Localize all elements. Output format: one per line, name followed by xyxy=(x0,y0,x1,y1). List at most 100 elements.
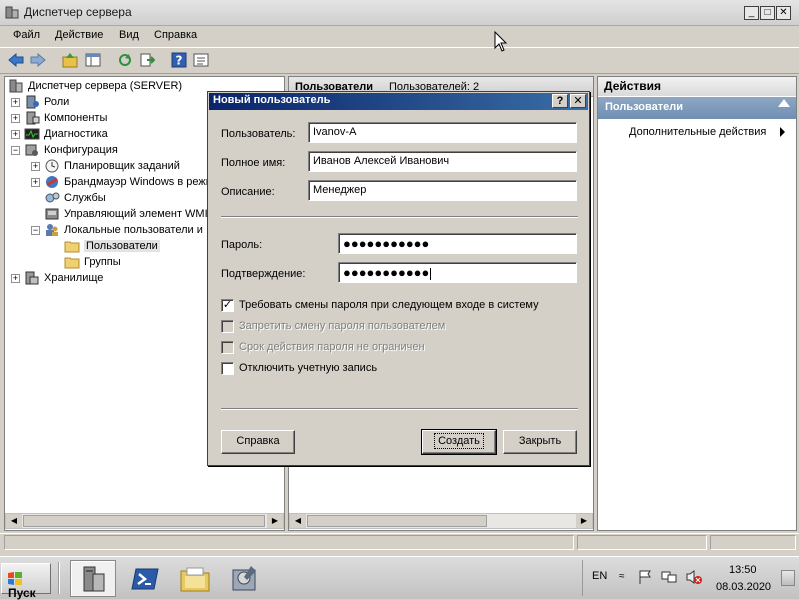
dialog-help-button[interactable]: ? xyxy=(552,94,568,108)
must-change-password-label[interactable]: Требовать смены пароля при следующем вхо… xyxy=(239,299,539,311)
scroll-right-icon[interactable]: ▶ xyxy=(576,514,592,528)
show-desktop-button[interactable] xyxy=(781,570,795,586)
menu-help[interactable]: Справка xyxy=(154,29,197,41)
account-disabled-checkbox[interactable] xyxy=(221,362,234,375)
fullname-label: Полное имя: xyxy=(221,157,286,169)
tree-hscrollbar[interactable]: ◀ ▶ xyxy=(5,513,284,529)
expand-icon[interactable]: + xyxy=(11,97,20,107)
dialog-title: Новый пользователь xyxy=(213,94,331,106)
taskbar-explorer[interactable] xyxy=(172,560,218,597)
export-list-icon[interactable] xyxy=(137,50,156,69)
action-center-flag-icon[interactable] xyxy=(637,569,653,585)
powershell-icon xyxy=(131,568,159,589)
menu-file[interactable]: Файл xyxy=(13,29,40,41)
up-folder-icon[interactable] xyxy=(60,50,79,69)
collapse-icon[interactable]: − xyxy=(11,145,20,155)
dialog-separator xyxy=(221,216,578,218)
folder-icon xyxy=(64,241,80,253)
properties-icon[interactable] xyxy=(191,50,210,69)
show-hide-tree-icon[interactable] xyxy=(83,50,102,69)
configuration-icon xyxy=(25,144,38,156)
must-change-password-checkbox[interactable]: ✓ xyxy=(221,299,234,312)
cannot-change-password-label: Запретить смену пароля пользователем xyxy=(239,320,446,332)
menu-view[interactable]: Вид xyxy=(119,29,139,41)
server-manager-icon xyxy=(9,79,23,93)
back-arrow-icon[interactable] xyxy=(6,50,25,69)
username-field[interactable]: Ivanov-A xyxy=(308,122,577,143)
dialog-separator xyxy=(221,408,578,410)
create-button-label: Создать xyxy=(434,433,484,449)
taskbar-divider xyxy=(58,562,60,594)
tree-node-label: Конфигурация xyxy=(44,144,118,156)
scroll-left-icon[interactable]: ◀ xyxy=(290,514,306,528)
expand-icon[interactable]: + xyxy=(31,161,40,171)
network-icon[interactable] xyxy=(661,569,677,585)
svg-text:?: ? xyxy=(175,53,182,67)
help-icon[interactable]: ? xyxy=(169,50,188,69)
scroll-thumb[interactable] xyxy=(307,515,487,527)
features-icon xyxy=(26,111,40,125)
clock-date[interactable]: 08.03.2020 xyxy=(716,581,771,593)
close-button[interactable]: ✕ xyxy=(776,6,791,20)
password-label: Пароль: xyxy=(221,239,263,251)
actions-pane xyxy=(597,76,797,531)
close-dialog-button[interactable]: Закрыть xyxy=(503,430,577,454)
submenu-arrow-icon xyxy=(780,127,785,137)
create-button[interactable]: Создать xyxy=(421,429,497,455)
more-actions-item[interactable]: Дополнительные действия xyxy=(629,126,766,138)
fullname-field[interactable]: Иванов Алексей Иванович xyxy=(308,151,577,172)
start-button[interactable]: Пуск xyxy=(1,563,51,600)
maximize-button[interactable]: □ xyxy=(760,6,775,20)
mouse-cursor-icon xyxy=(494,31,508,52)
dialog-close-button[interactable]: ✕ xyxy=(570,94,586,108)
menu-action[interactable]: Действие xyxy=(55,29,103,41)
collapse-up-icon[interactable] xyxy=(778,99,790,107)
show-hidden-icons-icon[interactable]: ≈ xyxy=(619,571,625,582)
taskbar-server-manager[interactable] xyxy=(70,560,116,597)
collapse-icon[interactable]: − xyxy=(31,225,40,235)
tree-node-label: Пользователи xyxy=(84,240,160,252)
status-segment xyxy=(577,535,707,550)
tree-node-label: Службы xyxy=(64,192,106,204)
account-disabled-label[interactable]: Отключить учетную запись xyxy=(239,362,377,374)
expand-icon[interactable]: + xyxy=(11,129,20,139)
status-segment xyxy=(710,535,796,550)
actions-section-users[interactable]: Пользователи xyxy=(598,97,796,119)
password-never-expires-checkbox xyxy=(221,341,234,354)
list-hscrollbar[interactable]: ◀ ▶ xyxy=(289,513,593,529)
help-button[interactable]: Справка xyxy=(221,430,295,454)
clock-time[interactable]: 13:50 xyxy=(729,564,757,576)
explorer-icon xyxy=(180,567,210,591)
expand-icon[interactable]: + xyxy=(11,113,20,123)
confirm-password-field[interactable]: ●●●●●●●●●●● xyxy=(338,262,577,283)
taskbar-admin-tools[interactable] xyxy=(222,560,268,597)
input-language[interactable]: EN xyxy=(592,570,607,582)
taskbar-powershell[interactable] xyxy=(122,560,168,597)
tree-node-label: Диагностика xyxy=(44,128,108,140)
start-label: Пуск xyxy=(8,586,36,600)
volume-muted-icon[interactable] xyxy=(685,569,703,585)
scroll-thumb[interactable] xyxy=(23,515,265,527)
expand-icon[interactable]: + xyxy=(11,273,20,283)
expand-icon[interactable]: + xyxy=(31,177,40,187)
forward-arrow-icon[interactable] xyxy=(28,50,47,69)
text-caret xyxy=(430,267,432,280)
tree-root-label: Диспетчер сервера (SERVER) xyxy=(28,80,183,92)
tree-node-label: Хранилище xyxy=(44,272,104,284)
tools-icon xyxy=(232,565,256,590)
cannot-change-password-checkbox xyxy=(221,320,234,333)
scroll-left-icon[interactable]: ◀ xyxy=(6,514,22,528)
description-field[interactable]: Менеджер xyxy=(308,180,577,201)
server-manager-icon xyxy=(5,6,19,19)
tree-node-label: Группы xyxy=(84,256,121,268)
tree-node-label: Компоненты xyxy=(44,112,108,124)
refresh-icon[interactable] xyxy=(115,50,134,69)
wmi-icon xyxy=(45,208,59,220)
scroll-right-icon[interactable]: ▶ xyxy=(267,514,283,528)
password-field[interactable]: ●●●●●●●●●●● xyxy=(338,233,577,254)
minimize-button[interactable]: _ xyxy=(744,6,759,20)
gears-icon xyxy=(45,192,60,203)
users-icon xyxy=(46,224,58,236)
windows-logo-icon xyxy=(8,572,22,585)
description-label: Описание: xyxy=(221,186,275,198)
